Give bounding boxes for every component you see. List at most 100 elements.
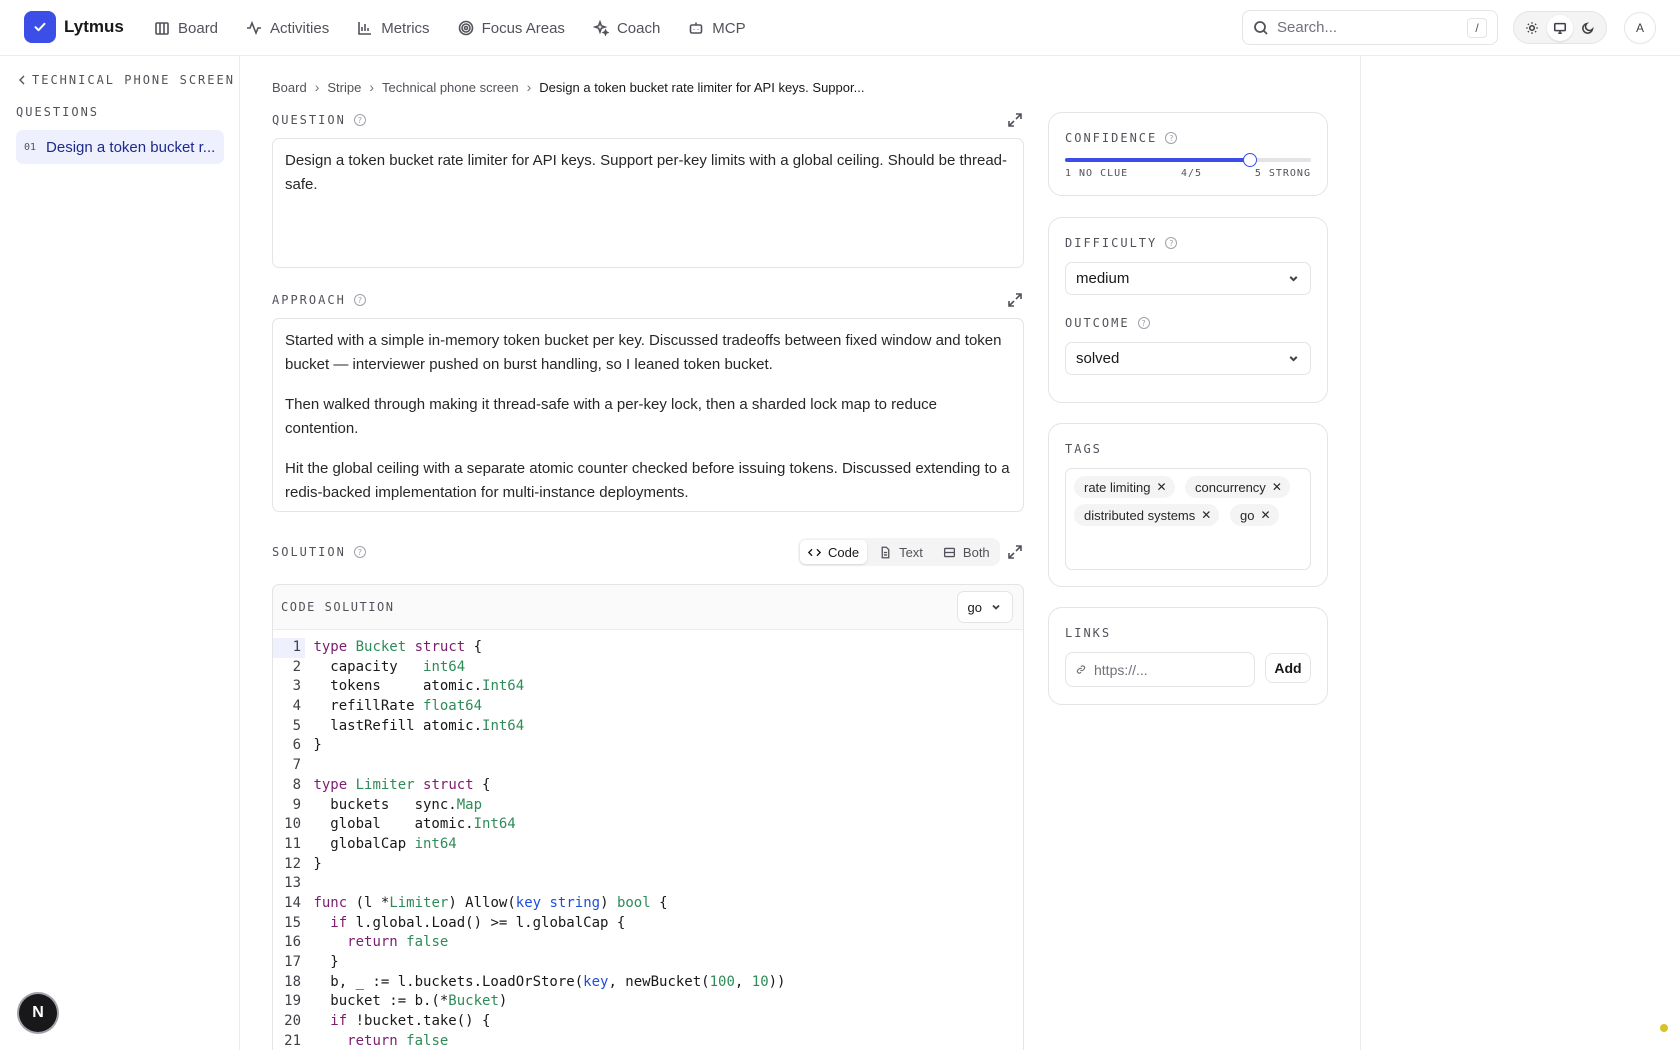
breadcrumb-session[interactable]: Technical phone screen	[382, 80, 519, 95]
question-text: Design a token bucket rate limiter for A…	[285, 152, 1008, 193]
line-number: 12	[284, 855, 301, 872]
approach-textarea[interactable]: Started with a simple in-memory token bu…	[272, 318, 1024, 512]
help-icon[interactable]: ?	[353, 546, 366, 558]
remove-tag-icon[interactable]: ✕	[1272, 480, 1282, 494]
solution-label: SOLUTION	[272, 545, 346, 559]
code-text: type Bucket struct {	[313, 639, 483, 655]
code-solution-card: CODE SOLUTION go 1 type Bucket struct {2…	[272, 584, 1024, 1050]
code-text: capacity int64	[305, 658, 466, 675]
code-text: }	[305, 737, 322, 754]
check-icon	[34, 22, 46, 32]
theme-switcher	[1513, 11, 1607, 44]
question-textarea[interactable]: Design a token bucket rate limiter for A…	[272, 138, 1024, 268]
link-input-box[interactable]	[1065, 652, 1255, 687]
nav-focus-areas[interactable]: Focus Areas	[458, 20, 565, 37]
theme-light-button[interactable]	[1519, 15, 1545, 41]
outcome-value: solved	[1076, 350, 1120, 367]
approach-paragraph: Hit the global ceiling with a separate a…	[285, 460, 1010, 501]
link-url-input[interactable]	[1094, 661, 1244, 678]
question-label: QUESTION	[272, 113, 346, 127]
code-text: type Limiter struct {	[313, 776, 491, 793]
sidebar-question-item[interactable]: 01 Design a token bucket r...	[16, 130, 224, 164]
line-number: 3	[292, 678, 301, 695]
line-number: 6	[292, 737, 301, 754]
nav-coach[interactable]: Coach	[592, 20, 660, 37]
robot-icon	[689, 22, 703, 34]
search-input[interactable]	[1277, 19, 1467, 36]
difficulty-select[interactable]: medium	[1065, 262, 1311, 295]
floating-action-button[interactable]: N	[19, 994, 57, 1032]
line-number: 14	[284, 894, 301, 911]
line-number: 7	[292, 757, 301, 774]
tag-label: rate limiting	[1084, 479, 1151, 495]
search-icon	[1254, 20, 1268, 35]
language-select[interactable]: go	[956, 591, 1013, 623]
help-icon[interactable]: ?	[353, 294, 366, 306]
mode-code-button[interactable]: Code	[800, 540, 868, 564]
question-section-label: QUESTION ?	[272, 113, 366, 127]
code-line: 15 if l.global.Load() >= l.globalCap {	[273, 914, 1023, 934]
nav-mcp[interactable]: MCP	[688, 20, 746, 37]
status-indicator	[1660, 1024, 1668, 1032]
mode-text-button[interactable]: Text	[871, 540, 931, 564]
mode-both-button[interactable]: Both	[935, 540, 998, 564]
tag-chip: go ✕	[1230, 504, 1279, 526]
add-link-button[interactable]: Add	[1265, 653, 1311, 683]
code-text: if !bucket.take() {	[330, 1013, 491, 1030]
line-number: 20	[284, 1013, 301, 1030]
expand-solution-button[interactable]	[1007, 544, 1023, 560]
breadcrumb-company[interactable]: Stripe	[327, 80, 361, 95]
remove-tag-icon[interactable]: ✕	[1156, 480, 1166, 494]
nav-board[interactable]: Board	[154, 20, 218, 37]
code-line: 8 type Limiter struct {	[273, 776, 1023, 796]
theme-dark-button[interactable]	[1575, 15, 1601, 41]
app-name[interactable]: Lytmus	[64, 17, 124, 37]
moon-icon	[1582, 21, 1594, 34]
help-icon[interactable]: ?	[1165, 132, 1178, 144]
line-number: 9	[292, 796, 301, 813]
remove-tag-icon[interactable]: ✕	[1260, 508, 1270, 522]
expand-question-button[interactable]	[1007, 112, 1023, 128]
difficulty-label: DIFFICULTY	[1065, 236, 1158, 250]
code-line: 10 global atomic.Int64	[273, 815, 1023, 835]
help-icon[interactable]: ?	[353, 114, 366, 126]
activity-icon	[247, 20, 262, 36]
app-logo[interactable]	[24, 11, 56, 43]
code-line: 21 return false	[273, 1032, 1023, 1050]
chevron-down-icon	[1289, 356, 1298, 362]
difficulty-outcome-panel: DIFFICULTY ? medium OUTCOME ? solved	[1048, 217, 1328, 403]
nav-activities[interactable]: Activities	[246, 20, 329, 37]
line-number: 11	[284, 835, 301, 852]
links-panel: LINKS Add	[1048, 607, 1328, 705]
code-line: 18 b, _ := l.buckets.LoadOrStore(key, ne…	[273, 973, 1023, 993]
question-title: Design a token bucket r...	[46, 138, 216, 156]
tags-label: TAGS	[1065, 442, 1102, 456]
code-line: 13	[273, 874, 1023, 894]
chevron-right-icon: ›	[526, 79, 532, 95]
confidence-slider[interactable]	[1065, 153, 1311, 167]
outcome-select[interactable]: solved	[1065, 342, 1311, 375]
help-icon[interactable]: ?	[1165, 237, 1178, 249]
tags-input[interactable]: rate limiting ✕ concurrency ✕ distribute…	[1065, 468, 1311, 570]
expand-approach-button[interactable]	[1007, 292, 1023, 308]
help-icon[interactable]: ?	[1137, 317, 1150, 329]
confidence-slider-thumb[interactable]	[1242, 153, 1257, 167]
user-avatar[interactable]: A	[1624, 12, 1656, 44]
line-number: 13	[284, 875, 301, 892]
code-text: buckets sync.Map	[305, 796, 483, 813]
search-box[interactable]: /	[1242, 10, 1498, 45]
back-to-session-link[interactable]: TECHNICAL PHONE SCREEN	[18, 73, 235, 87]
code-solution-title: CODE SOLUTION	[281, 600, 395, 614]
code-editor[interactable]: 1 type Bucket struct {2 capacity int64 3 …	[273, 630, 1023, 1050]
confidence-label: CONFIDENCE	[1065, 131, 1158, 145]
nav-metrics[interactable]: Metrics	[357, 20, 430, 37]
theme-system-button[interactable]	[1547, 14, 1573, 41]
breadcrumb-board[interactable]: Board	[272, 80, 307, 95]
tag-label: concurrency	[1195, 479, 1266, 495]
line-number: 1	[273, 638, 305, 658]
remove-tag-icon[interactable]: ✕	[1201, 508, 1211, 522]
chevron-left-icon	[19, 75, 25, 85]
outcome-heading: OUTCOME ?	[1065, 316, 1150, 330]
